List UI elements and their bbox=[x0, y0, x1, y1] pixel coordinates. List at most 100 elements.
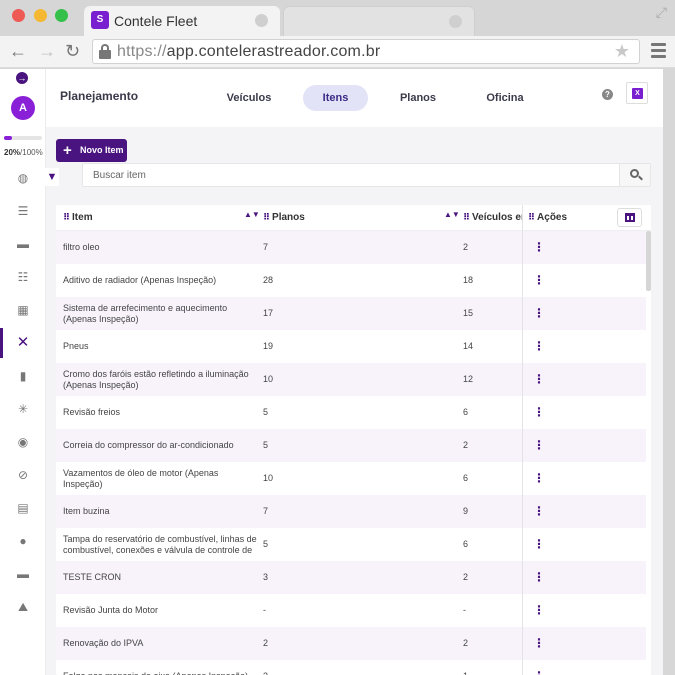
minimize-window-button[interactable] bbox=[34, 9, 47, 22]
drag-handle-icon[interactable]: ⠿ bbox=[263, 212, 270, 223]
table-row[interactable]: Correia do compressor do ar-condicionado… bbox=[56, 429, 646, 462]
tab-close-icon[interactable] bbox=[449, 15, 462, 28]
browser-tab-new[interactable] bbox=[283, 6, 475, 36]
expand-sidebar-icon[interactable]: → bbox=[16, 72, 28, 84]
browser-toolbar: ← → ↻ https://app.contelerastreador.com.… bbox=[0, 36, 675, 68]
fullscreen-icon[interactable]: ⤢ bbox=[656, 4, 667, 21]
column-label: Item bbox=[72, 212, 93, 223]
sidebar-item-car-alt[interactable]: ▬ bbox=[0, 559, 46, 589]
sidebar-item-list[interactable]: ☰ bbox=[0, 196, 46, 226]
drag-handle-icon[interactable]: ⠿ bbox=[63, 212, 70, 223]
column-header-item[interactable]: ⠿ Item bbox=[63, 212, 253, 223]
forward-arrow-icon[interactable]: → bbox=[38, 41, 56, 62]
table-header: ⠿Item ▲▼ ⠿Planos ▲▼ ⠿Veículos em ⠿Ações bbox=[56, 205, 651, 231]
table-row[interactable]: Folga nos mancais do eixo (Apenas Inspeç… bbox=[56, 660, 646, 675]
table-row[interactable]: Renovação do IPVA 2 2 ⋮ bbox=[56, 627, 646, 660]
help-icon[interactable]: ? bbox=[602, 89, 613, 100]
new-item-button[interactable]: + Novo Item bbox=[56, 139, 127, 162]
tab-oficina[interactable]: Oficina bbox=[472, 85, 538, 111]
browser-tab-active[interactable]: S Contele Fleet bbox=[84, 6, 280, 36]
column-header-veiculos[interactable]: ⠿Veículos em bbox=[463, 212, 522, 223]
sort-icon[interactable]: ▲▼ bbox=[444, 210, 460, 219]
drag-handle-icon[interactable]: ⠿ bbox=[528, 212, 535, 223]
browser-menu-icon[interactable] bbox=[651, 43, 666, 61]
sidebar-item-tools[interactable]: ✕ bbox=[0, 328, 46, 358]
sidebar-item-user[interactable]: ● bbox=[0, 526, 46, 556]
sidebar-item-globe[interactable]: ◍ bbox=[0, 163, 46, 193]
table-row[interactable]: Aditivo de radiador (Apenas Inspeção) 28 1… bbox=[56, 264, 646, 297]
address-bar[interactable]: https://app.contelerastreador.com.br ★ bbox=[92, 39, 640, 64]
sidebar-item-record[interactable]: ◉ bbox=[0, 427, 46, 457]
tab-itens[interactable]: Itens bbox=[303, 85, 368, 111]
sidebar-item-checklist[interactable]: ☷ bbox=[0, 262, 46, 292]
table-row[interactable]: Cromo dos faróis estão refletindo a ilum… bbox=[56, 363, 646, 396]
row-actions-icon[interactable]: ⋮ bbox=[533, 462, 545, 495]
search-input[interactable] bbox=[83, 164, 620, 186]
search-button[interactable] bbox=[619, 164, 650, 186]
table-row[interactable]: Tampa do reservatório de combustível, li… bbox=[56, 528, 646, 561]
column-label: Planos bbox=[272, 212, 305, 223]
cell-item: Cromo dos faróis estão refletindo a ilum… bbox=[63, 368, 249, 390]
sidebar-item-map[interactable]: ⛰ bbox=[0, 592, 46, 622]
user-icon: ● bbox=[19, 534, 27, 548]
table-row[interactable]: Item buzina 7 9 ⋮ bbox=[56, 495, 646, 528]
cell-vehicles: 18 bbox=[463, 275, 474, 285]
row-actions-icon[interactable]: ⋮ bbox=[533, 396, 545, 429]
table-row[interactable]: Revisão Junta do Motor - - ⋮ bbox=[56, 594, 646, 627]
cell-item: Folga nos mancais do eixo (Apenas Inspeç… bbox=[63, 660, 258, 675]
sidebar-item-car[interactable]: ▬ bbox=[0, 229, 46, 259]
row-actions-icon[interactable]: ⋮ bbox=[533, 627, 545, 660]
row-actions-icon[interactable]: ⋮ bbox=[533, 594, 545, 627]
cell-plans: 7 bbox=[263, 242, 269, 252]
sidebar-item-book[interactable]: ▮ bbox=[0, 361, 46, 391]
cell-plans: 5 bbox=[263, 539, 269, 549]
reload-icon[interactable]: ↻ bbox=[65, 41, 80, 62]
close-window-button[interactable] bbox=[12, 9, 25, 22]
tab-veiculos[interactable]: Veículos bbox=[214, 85, 284, 111]
table-body: filtro oleo 7 2 ⋮ Aditivo de radiador (Apena… bbox=[56, 231, 646, 675]
row-actions-icon[interactable]: ⋮ bbox=[533, 495, 545, 528]
cell-vehicles: 2 bbox=[463, 440, 469, 450]
maximize-window-button[interactable] bbox=[55, 9, 68, 22]
sort-icon[interactable]: ▲▼ bbox=[244, 211, 260, 219]
column-header-acoes: ⠿ Ações bbox=[528, 212, 588, 223]
row-actions-icon[interactable]: ⋮ bbox=[533, 660, 545, 675]
row-actions-icon[interactable]: ⋮ bbox=[533, 297, 545, 330]
url-text[interactable]: https://app.contelerastreador.com.br bbox=[117, 43, 380, 61]
row-actions-icon[interactable]: ⋮ bbox=[533, 264, 545, 297]
columns-toggle-button[interactable] bbox=[617, 208, 642, 227]
browser-tab-strip: S Contele Fleet ⤢ bbox=[0, 0, 675, 36]
table-row[interactable]: filtro oleo 7 2 ⋮ bbox=[56, 231, 646, 264]
sort-glyph: ▲▼ bbox=[444, 210, 460, 219]
row-actions-icon[interactable]: ⋮ bbox=[533, 561, 545, 594]
sidebar-item-network[interactable]: ✳ bbox=[0, 394, 46, 424]
car-alt-icon: ▬ bbox=[17, 567, 29, 581]
sidebar-item-grid[interactable]: ▦ bbox=[0, 295, 46, 325]
filter-icon[interactable]: ▼ bbox=[45, 168, 59, 186]
table-row[interactable]: Vazamentos de óleo de motor (Apenas Insp… bbox=[56, 462, 646, 495]
tab-close-icon[interactable] bbox=[255, 14, 268, 27]
table-row[interactable]: TESTE CRON 3 2 ⋮ bbox=[56, 561, 646, 594]
tab-planos[interactable]: Planos bbox=[386, 85, 450, 111]
table-row[interactable]: Sistema de arrefecimento e aquecimento (… bbox=[56, 297, 646, 330]
back-arrow-icon[interactable]: ← bbox=[9, 41, 27, 62]
table-row[interactable]: Pneus 19 14 ⋮ bbox=[56, 330, 646, 363]
row-actions-icon[interactable]: ⋮ bbox=[533, 429, 545, 462]
column-header-planos[interactable]: ⠿ Planos bbox=[263, 212, 443, 223]
table-scrollbar[interactable] bbox=[646, 231, 651, 291]
sidebar-item-id-card[interactable]: ▤ bbox=[0, 493, 46, 523]
progress-total: /100% bbox=[20, 148, 43, 157]
cell-plans: 10 bbox=[263, 374, 274, 384]
bookmark-star-icon[interactable]: ★ bbox=[614, 41, 630, 62]
row-actions-icon[interactable]: ⋮ bbox=[533, 363, 545, 396]
sidebar-item-block[interactable]: ⊘ bbox=[0, 460, 46, 490]
row-actions-icon[interactable]: ⋮ bbox=[533, 231, 545, 264]
table-row[interactable]: Revisão freios 5 6 ⋮ bbox=[56, 396, 646, 429]
export-excel-button[interactable]: X bbox=[626, 82, 648, 104]
row-actions-icon[interactable]: ⋮ bbox=[533, 528, 545, 561]
row-actions-icon[interactable]: ⋮ bbox=[533, 330, 545, 363]
cell-vehicles: 2 bbox=[463, 242, 469, 252]
avatar[interactable]: A bbox=[11, 96, 35, 120]
drag-handle-icon[interactable]: ⠿ bbox=[463, 212, 470, 223]
cell-plans: 7 bbox=[263, 506, 269, 516]
